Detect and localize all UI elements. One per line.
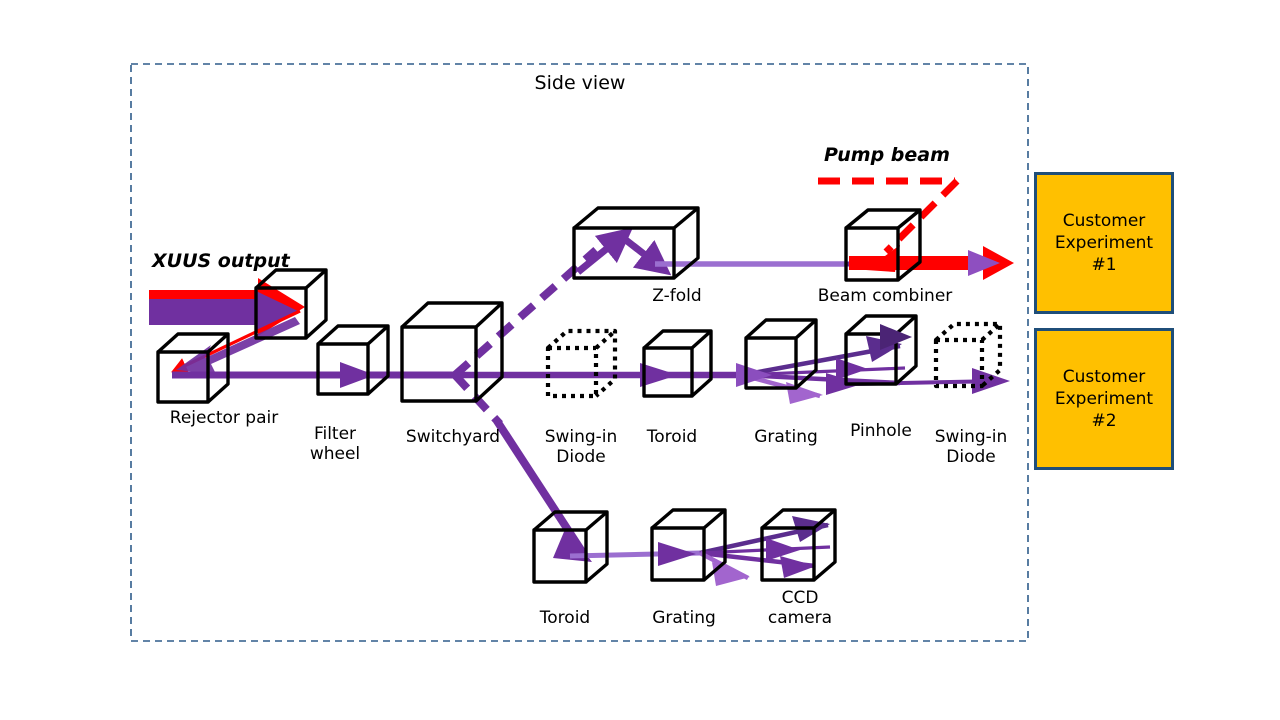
- label-filter-wheel: Filter wheel: [309, 424, 361, 464]
- beam-grating-mid-fan: [736, 336, 906, 404]
- label-z-fold: Z-fold: [652, 286, 702, 306]
- beam-filter-arrowhead: [340, 362, 375, 388]
- label-pinhole: Pinhole: [850, 421, 912, 441]
- customer-experiment-2[interactable]: Customer Experiment #2: [1034, 328, 1174, 470]
- page-title: Side view: [534, 72, 626, 94]
- label-xuus-output: XUUS output: [152, 250, 290, 272]
- label-toroid-mid: Toroid: [646, 427, 698, 447]
- optic-z-fold: [572, 206, 700, 280]
- label-pump-beam: Pump beam: [824, 144, 950, 166]
- diagram-root: Side view XUUS output Pump beam Rejector…: [0, 0, 1280, 720]
- label-swing-in-diode-1: Swing-in Diode: [544, 427, 618, 467]
- label-grating-bottom: Grating: [652, 608, 716, 628]
- optic-swing-in-diode-1: [545, 328, 618, 399]
- beam-exp2-arrowhead: [972, 368, 1010, 394]
- optic-filter-wheel: [316, 324, 390, 396]
- label-ccd-camera: CCD camera: [767, 588, 833, 628]
- optic-switchyard: [400, 301, 504, 403]
- label-grating-mid: Grating: [754, 427, 818, 447]
- optic-swing-in-diode-2: [933, 321, 1003, 389]
- label-toroid-bottom: Toroid: [539, 608, 591, 628]
- beam-reflect-purple: [176, 317, 300, 374]
- label-beam-combiner: Beam combiner: [817, 286, 953, 306]
- label-rejector-pair: Rejector pair: [169, 408, 279, 428]
- optic-toroid-mid: [642, 329, 713, 398]
- beam-grating-bottom-arrowhead: [658, 542, 696, 566]
- beam-to-experiment-1: [849, 246, 1014, 280]
- customer-experiment-1[interactable]: Customer Experiment #1: [1034, 172, 1174, 314]
- label-swing-in-diode-2: Swing-in Diode: [934, 427, 1008, 467]
- label-switchyard: Switchyard: [405, 427, 501, 447]
